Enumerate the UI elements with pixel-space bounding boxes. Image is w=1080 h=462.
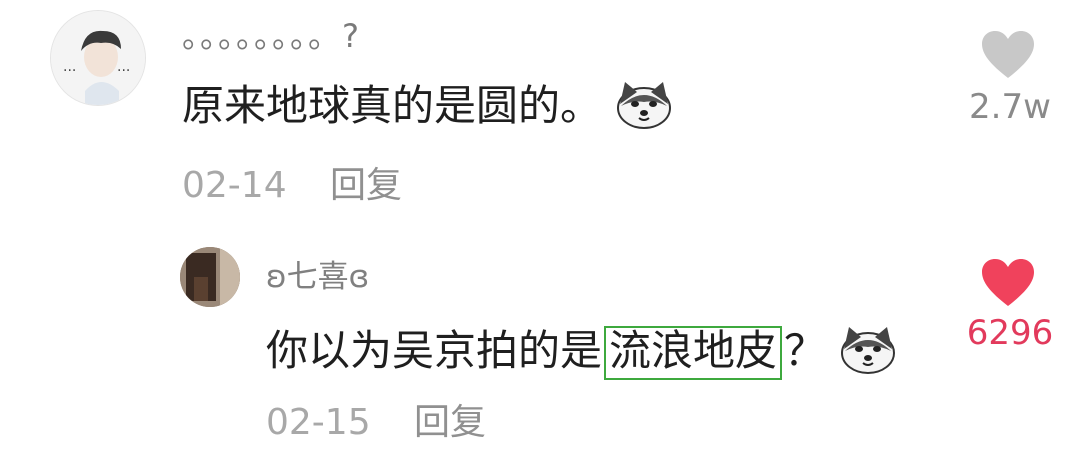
comment-date: 02-15 — [266, 402, 371, 443]
heart-icon[interactable] — [980, 258, 1036, 308]
husky-emoji-icon — [615, 80, 673, 137]
like-count: 6296 — [966, 313, 1054, 353]
avatar[interactable] — [180, 247, 240, 307]
comment-text-after: ？ — [784, 326, 827, 375]
like-count: 2.7w — [969, 87, 1051, 127]
comment-text: 你以为吴京拍的是 流浪地皮？ — [266, 325, 897, 382]
reply-button[interactable]: 回复 — [330, 168, 402, 204]
highlighted-phrase[interactable]: 流浪地皮 — [604, 326, 783, 380]
comment-date: 02-14 — [182, 165, 287, 206]
svg-text:···: ··· — [63, 63, 76, 79]
username[interactable]: ʚ七喜ɞ — [266, 262, 369, 293]
comment-text-body: 原来地球真的是圆的。 — [182, 81, 603, 130]
reply-button[interactable]: 回复 — [414, 405, 486, 441]
svg-text:···: ··· — [117, 63, 130, 79]
avatar[interactable]: ··· ··· — [50, 10, 146, 106]
comment-text: 原来地球真的是圆的。 — [182, 80, 673, 137]
username[interactable]: 。。。。。。。。? — [182, 20, 361, 52]
heart-icon[interactable] — [980, 30, 1036, 80]
comment-text-before: 你以为吴京拍的是 — [266, 326, 603, 375]
husky-emoji-icon — [839, 325, 897, 382]
